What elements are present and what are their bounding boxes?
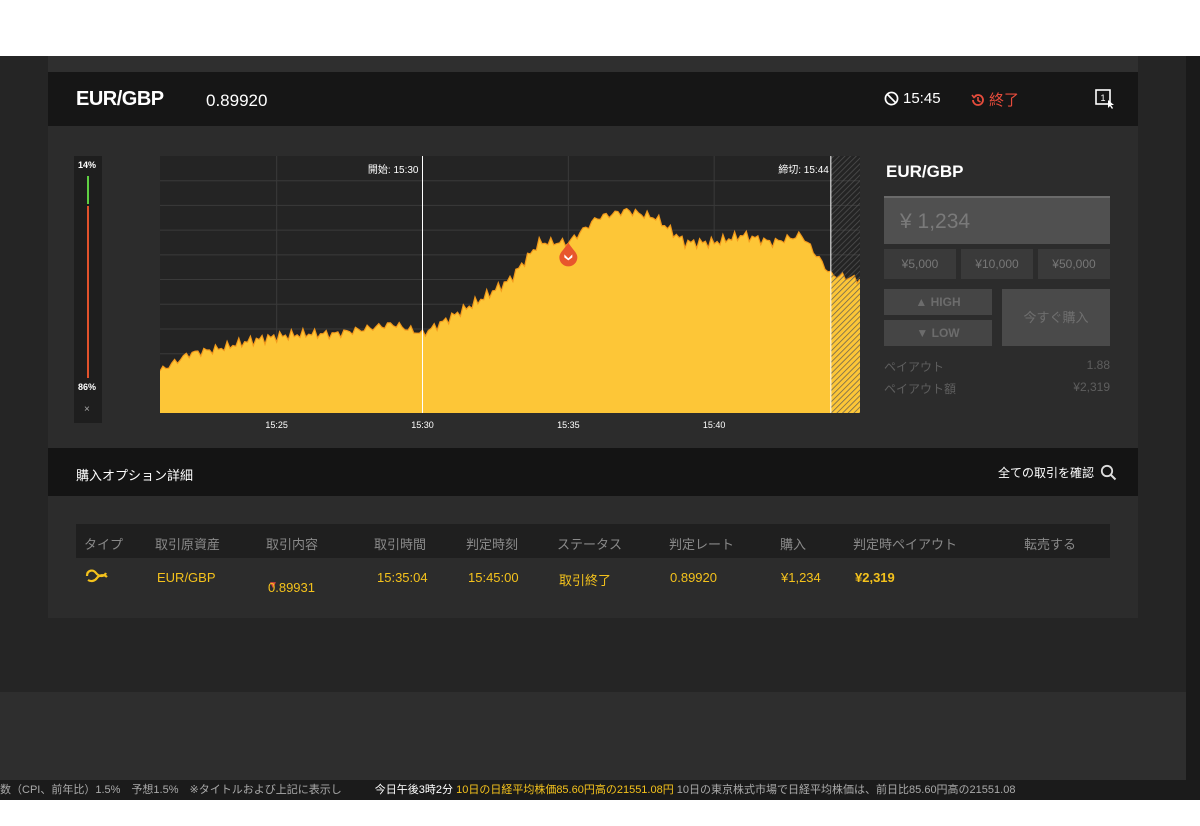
right-strip: [1186, 56, 1200, 800]
low-button[interactable]: ▼ LOW: [884, 320, 992, 346]
option-header: EUR/GBP 0.89920 15:45 終了 1: [48, 72, 1138, 126]
low-arrow-icon: ▼: [916, 326, 929, 340]
status-ended: 終了: [970, 89, 1019, 110]
high-arrow-icon: ▲: [915, 295, 928, 309]
amount-value: ¥ 1,234: [900, 210, 971, 233]
amount-input[interactable]: ¥ 1,234: [884, 196, 1110, 244]
asset-pair: EUR/GBP: [76, 88, 164, 110]
buy-now-button[interactable]: 今すぐ購入: [1002, 289, 1110, 346]
x-tick-label: 15:30: [411, 420, 434, 430]
row-asset: EUR/GBP: [157, 570, 216, 585]
row-content-value: 0.89931: [268, 580, 315, 595]
quick-amount-50000[interactable]: ¥50,000: [1038, 249, 1110, 279]
low-label: LOW: [931, 326, 960, 340]
x-tick-label: 15:25: [265, 420, 288, 430]
high-label: HIGH: [930, 295, 961, 309]
search-icon: [1100, 464, 1117, 481]
outer-panel-top: [48, 56, 1138, 72]
close-sentiment-button[interactable]: ×: [84, 404, 90, 415]
quick-amount-5000[interactable]: ¥5,000: [884, 249, 956, 279]
option-type-icon: [84, 566, 110, 587]
payout-amount-row: ペイアウト額 ¥2,319: [884, 380, 1110, 397]
details-bar: 購入オプション詳細 全ての取引を確認: [48, 448, 1138, 496]
col-judge-rate: 判定レート: [669, 537, 735, 552]
low-percentage: 86%: [78, 382, 97, 392]
expiry-timer: 15:45: [884, 90, 941, 107]
payout-amount-value: ¥2,319: [1073, 380, 1110, 394]
view-all-trades-link[interactable]: 全ての取引を確認: [998, 464, 1117, 481]
col-purchase: 購入: [780, 537, 807, 552]
high-button[interactable]: ▲ HIGH: [884, 289, 992, 315]
details-title: 購入オプション詳細: [76, 468, 194, 483]
end-label: 締切: 15:44: [778, 163, 829, 176]
payout-amount-label: ペイアウト額: [884, 382, 957, 396]
row-judge-time: 15:45:00: [468, 570, 519, 585]
ticker-headline: 10日の日経平均株価85.60円高の21551.08円: [456, 784, 674, 796]
col-type: タイプ: [84, 537, 124, 552]
quick-amount-10000[interactable]: ¥10,000: [961, 249, 1033, 279]
ticker-text-1: 数（CPI、前年比）1.5% 予想1.5% ※タイトルおよび上記に表示し: [0, 784, 342, 796]
row-purchase: ¥1,234: [781, 570, 821, 585]
col-status: ステータス: [557, 537, 623, 552]
x-tick-label: 15:40: [703, 420, 726, 430]
payout-label: ペイアウト: [884, 360, 945, 374]
payout-value: 1.88: [1086, 358, 1110, 372]
no-entry-icon: [884, 91, 899, 106]
bottom-margin: [0, 800, 1200, 826]
trade-panel-title: EUR/GBP: [886, 162, 964, 181]
bottom-band: [0, 692, 1186, 780]
ticker-text-2: 10日の東京株式市場で日経平均株価は、前日比85.60円高の21551.08: [676, 784, 1016, 796]
ticker-time: 今日午後3時2分: [374, 784, 454, 796]
col-asset: 取引原資産: [155, 537, 221, 552]
col-resell: 転売する: [1024, 537, 1077, 552]
payout-row: ペイアウト 1.88: [884, 358, 1110, 375]
high-percentage: 14%: [78, 160, 97, 170]
trades-table: タイプ 取引原資産 取引内容 取引時間 判定時刻 ステータス 判定レート 購入 …: [48, 496, 1138, 618]
col-payout: 判定時ペイアウト: [853, 537, 958, 552]
high-bar: [87, 176, 89, 204]
status-text: 終了: [989, 92, 1020, 109]
news-ticker[interactable]: 数（CPI、前年比）1.5% 予想1.5% ※タイトルおよび上記に表示し 今日午…: [0, 780, 1200, 800]
row-trade-time: 15:35:04: [377, 570, 428, 585]
price-chart: 0.89960.89950.89940.89930.89920.89910.89…: [160, 156, 860, 430]
row-status: 取引終了: [559, 573, 612, 588]
col-trade-time: 取引時間: [374, 537, 427, 552]
timer-text: 15:45: [903, 90, 941, 107]
table-header: タイプ 取引原資産 取引内容 取引時間 判定時刻 ステータス 判定レート 購入 …: [76, 524, 1110, 558]
x-tick-label: 15:35: [557, 420, 580, 430]
row-payout: ¥2,319: [855, 570, 895, 585]
svg-text:1: 1: [1101, 93, 1106, 103]
sentiment-bar: 14% 86% ×: [74, 156, 102, 423]
current-rate: 0.89920: [206, 91, 268, 110]
view-all-trades-label: 全ての取引を確認: [998, 466, 1095, 480]
row-judge-rate: 0.89920: [670, 570, 717, 585]
single-view-icon[interactable]: 1: [1094, 88, 1116, 110]
history-icon: [971, 93, 984, 106]
col-judge-time: 判定時刻: [466, 537, 519, 552]
col-content: 取引内容: [266, 537, 319, 552]
table-row[interactable]: EUR/GBP ▼ 0.89931 15:35:04 15:45:00 取引終了 …: [76, 560, 1110, 595]
expiry-hatch: [830, 156, 860, 413]
trade-panel: EUR/GBP ¥ 1,234 ¥5,000 ¥10,000 ¥50,000 ▲…: [884, 156, 1112, 416]
top-margin: [0, 0, 1200, 56]
start-label: 開始: 15:30: [368, 163, 419, 176]
low-bar: [87, 206, 89, 378]
